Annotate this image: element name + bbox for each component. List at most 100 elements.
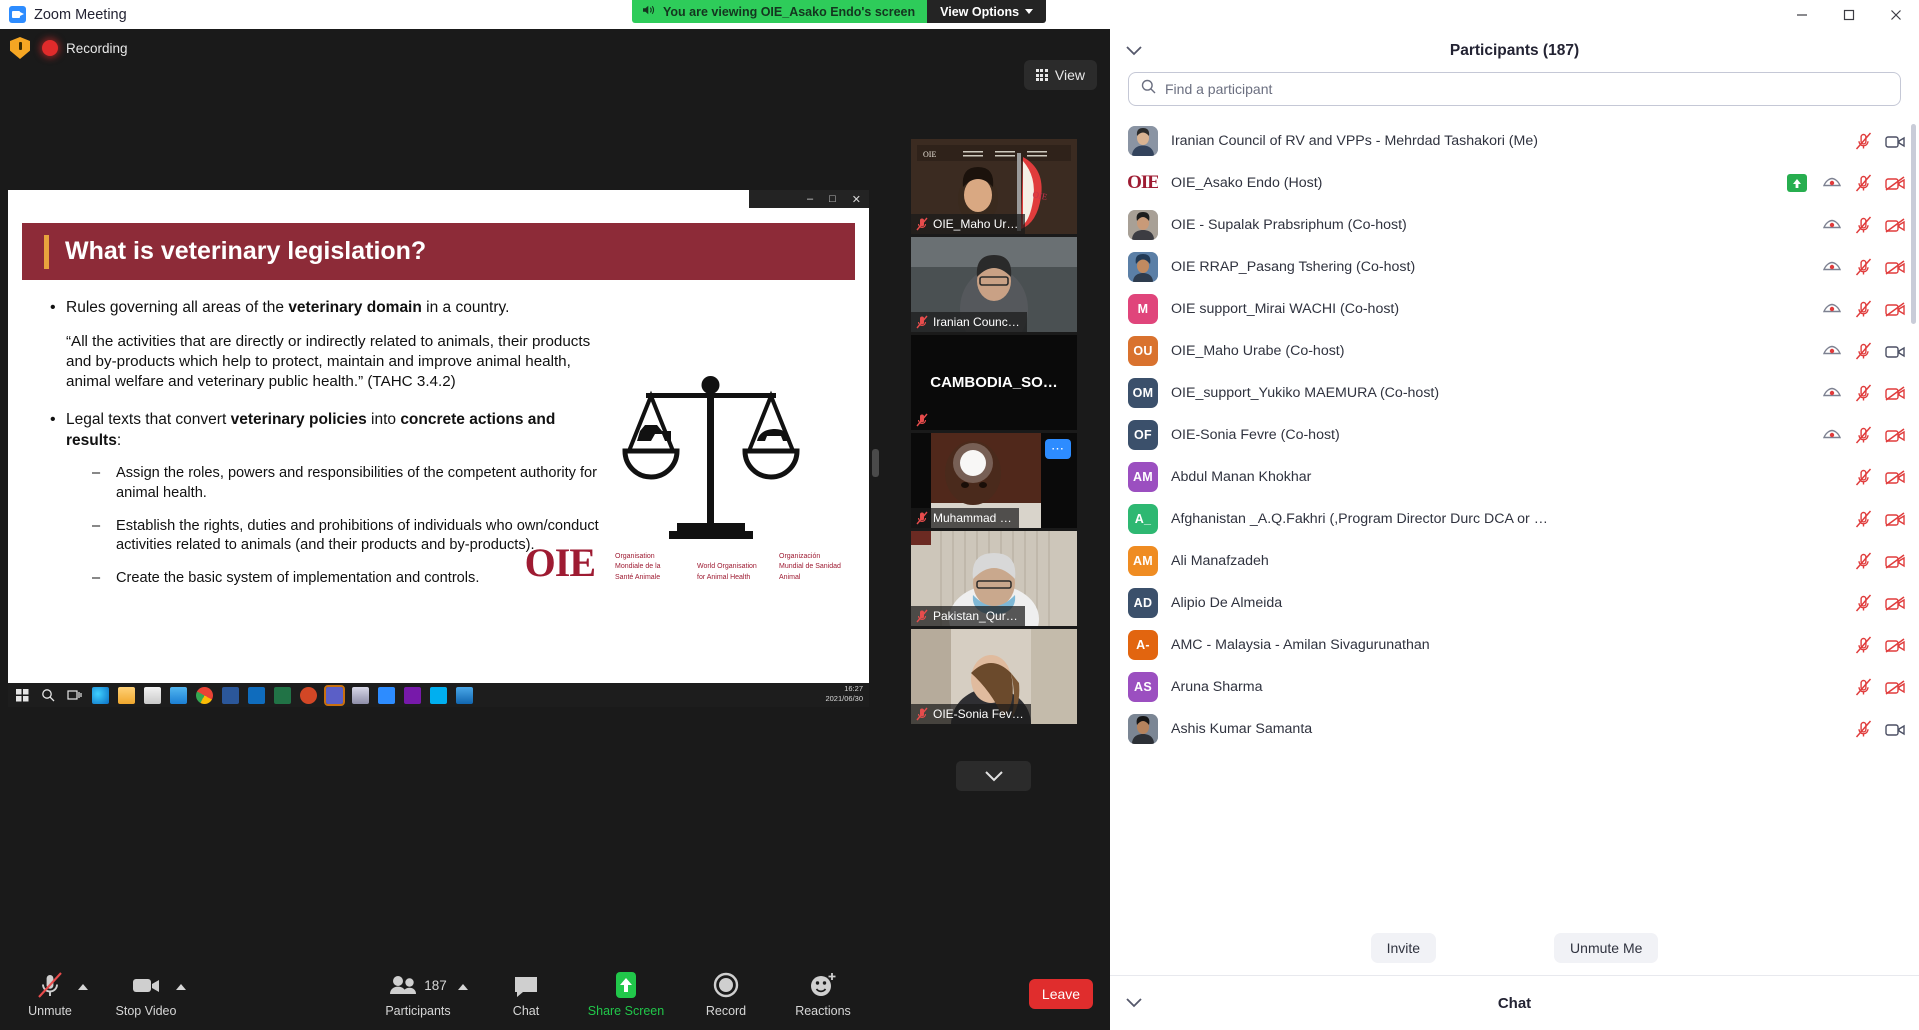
participant-row[interactable]: AM Ali Manafzadeh	[1110, 540, 1919, 582]
participants-list[interactable]: Iranian Council of RV and VPPs - Mehrdad…	[1110, 120, 1919, 920]
camera-icon[interactable]	[1885, 134, 1905, 149]
edge-icon[interactable]	[92, 686, 109, 704]
chat-panel-header[interactable]: Chat	[1110, 976, 1919, 1030]
participant-row[interactable]: AM Abdul Manan Khokhar	[1110, 456, 1919, 498]
camera-off-icon[interactable]	[1885, 301, 1905, 317]
participant-row[interactable]: Iranian Council of RV and VPPs - Mehrdad…	[1110, 120, 1919, 162]
reactions-button[interactable]: Reactions	[780, 970, 866, 1018]
mic-muted-icon[interactable]	[1855, 132, 1872, 150]
chrome-icon[interactable]	[196, 686, 213, 704]
invite-button[interactable]: Invite	[1370, 932, 1437, 963]
participant-row[interactable]: A- AMC - Malaysia - Amilan Sivagurunatha…	[1110, 624, 1919, 666]
video-thumbnail[interactable]: Iranian Counc…	[911, 237, 1077, 332]
more-options-icon[interactable]: ⋯	[1045, 439, 1071, 459]
security-shield-icon[interactable]	[10, 37, 30, 59]
mic-muted-icon[interactable]	[1855, 342, 1872, 360]
share-resize-handle[interactable]	[872, 449, 879, 477]
mic-muted-icon[interactable]	[1855, 636, 1872, 654]
windows-taskbar[interactable]: 16:27 2021/06/30	[8, 683, 869, 707]
participant-row[interactable]: OU OIE_Maho Urabe (Co-host)	[1110, 330, 1919, 372]
maximize-icon[interactable]	[1825, 0, 1872, 29]
media-player-icon[interactable]	[456, 686, 473, 704]
mic-muted-icon[interactable]	[1855, 510, 1872, 528]
participant-row[interactable]: A_ Afghanistan _A.Q.Fakhri (,Program Dir…	[1110, 498, 1919, 540]
video-thumbnail[interactable]: OIE OIE OIE_Maho Ur…	[911, 139, 1077, 234]
mic-muted-icon[interactable]	[1855, 720, 1872, 738]
leave-button[interactable]: Leave	[1029, 979, 1093, 1009]
ppt-close-icon[interactable]: ✕	[852, 193, 861, 206]
camera-off-icon[interactable]	[1885, 511, 1905, 527]
participant-row[interactable]: OF OIE-Sonia Fevre (Co-host)	[1110, 414, 1919, 456]
camera-icon[interactable]	[1885, 722, 1905, 737]
camera-off-icon[interactable]	[1885, 637, 1905, 653]
participant-row[interactable]: OIE RRAP_Pasang Tshering (Co-host)	[1110, 246, 1919, 288]
camera-off-icon[interactable]	[1885, 427, 1905, 443]
view-eye-icon[interactable]	[1822, 302, 1842, 317]
camera-off-icon[interactable]	[1885, 469, 1905, 485]
camera-off-icon[interactable]	[1885, 175, 1905, 191]
minimize-icon[interactable]	[1778, 0, 1825, 29]
video-thumbnail[interactable]: Pakistan_Qur…	[911, 531, 1077, 626]
unmute-me-button[interactable]: Unmute Me	[1554, 932, 1659, 963]
chat-button[interactable]: Chat	[490, 970, 562, 1018]
participant-row[interactable]: Ashis Kumar Samanta	[1110, 708, 1919, 750]
filmstrip-scroll-down-button[interactable]	[956, 761, 1031, 791]
store-icon[interactable]	[144, 686, 161, 704]
participant-row[interactable]: OIE OIE_Asako Endo (Host)	[1110, 162, 1919, 204]
recording-status[interactable]: Recording	[42, 40, 128, 56]
onenote-icon[interactable]	[404, 686, 421, 704]
participant-row[interactable]: OIE - Supalak Prabsriphum (Co-host)	[1110, 204, 1919, 246]
participant-row[interactable]: AS Aruna Sharma	[1110, 666, 1919, 708]
mic-muted-icon[interactable]	[1855, 468, 1872, 486]
file-explorer-icon[interactable]	[118, 686, 135, 704]
record-button[interactable]: Record	[690, 970, 762, 1018]
view-eye-icon[interactable]	[1822, 176, 1842, 191]
mic-muted-icon[interactable]	[1855, 426, 1872, 444]
powerpoint-icon[interactable]	[300, 686, 317, 704]
video-thumbnail[interactable]: CAMBODIA_SO…	[911, 335, 1077, 430]
teams-icon[interactable]	[324, 684, 345, 706]
view-eye-icon[interactable]	[1822, 386, 1842, 401]
task-view-icon[interactable]	[66, 687, 83, 704]
participant-row[interactable]: AD Alipio De Almeida	[1110, 582, 1919, 624]
mic-muted-icon[interactable]	[1855, 258, 1872, 276]
mic-muted-icon[interactable]	[1855, 216, 1872, 234]
zoom-icon[interactable]	[378, 686, 395, 704]
camera-off-icon[interactable]	[1885, 595, 1905, 611]
paint-icon[interactable]	[352, 686, 369, 704]
word-icon[interactable]	[222, 686, 239, 704]
view-eye-icon[interactable]	[1822, 260, 1842, 275]
mic-muted-icon[interactable]	[1855, 300, 1872, 318]
camera-icon[interactable]	[1885, 344, 1905, 359]
video-thumbnail[interactable]: OIE-Sonia Fev…	[911, 629, 1077, 724]
view-layout-button[interactable]: View	[1023, 60, 1097, 90]
camera-off-icon[interactable]	[1885, 217, 1905, 233]
windows-start-icon[interactable]	[14, 687, 31, 704]
participant-row[interactable]: OM OIE_support_Yukiko MAEMURA (Co-host)	[1110, 372, 1919, 414]
search-input[interactable]: Find a participant	[1128, 72, 1901, 106]
view-eye-icon[interactable]	[1822, 428, 1842, 443]
mic-muted-icon[interactable]	[1855, 594, 1872, 612]
camera-off-icon[interactable]	[1885, 553, 1905, 569]
view-eye-icon[interactable]	[1822, 218, 1842, 233]
participant-row[interactable]: M OIE support_Mirai WACHI (Co-host)	[1110, 288, 1919, 330]
ppt-minimize-icon[interactable]: –	[807, 193, 813, 205]
mic-muted-icon[interactable]	[1855, 384, 1872, 402]
excel-icon[interactable]	[274, 686, 291, 704]
participants-button[interactable]: 187 Participants	[372, 970, 464, 1018]
search-icon[interactable]	[40, 687, 57, 704]
mic-muted-icon[interactable]	[1855, 678, 1872, 696]
camera-off-icon[interactable]	[1885, 385, 1905, 401]
people-icon[interactable]	[170, 686, 187, 704]
shared-screen-content[interactable]: – □ ✕ What is veterinary legislation? • …	[8, 190, 869, 707]
unmute-button[interactable]: Unmute	[14, 970, 86, 1018]
stop-video-button[interactable]: Stop Video	[110, 970, 182, 1018]
view-options-button[interactable]: View Options	[927, 0, 1047, 23]
video-thumbnail-active[interactable]: ⋯ Muhammad …	[911, 433, 1077, 528]
ppt-restore-icon[interactable]: □	[829, 193, 836, 205]
skype-icon[interactable]	[430, 686, 447, 704]
mic-muted-icon[interactable]	[1855, 174, 1872, 192]
camera-off-icon[interactable]	[1885, 679, 1905, 695]
outlook-icon[interactable]	[248, 686, 265, 704]
participants-scrollbar[interactable]	[1911, 124, 1916, 324]
